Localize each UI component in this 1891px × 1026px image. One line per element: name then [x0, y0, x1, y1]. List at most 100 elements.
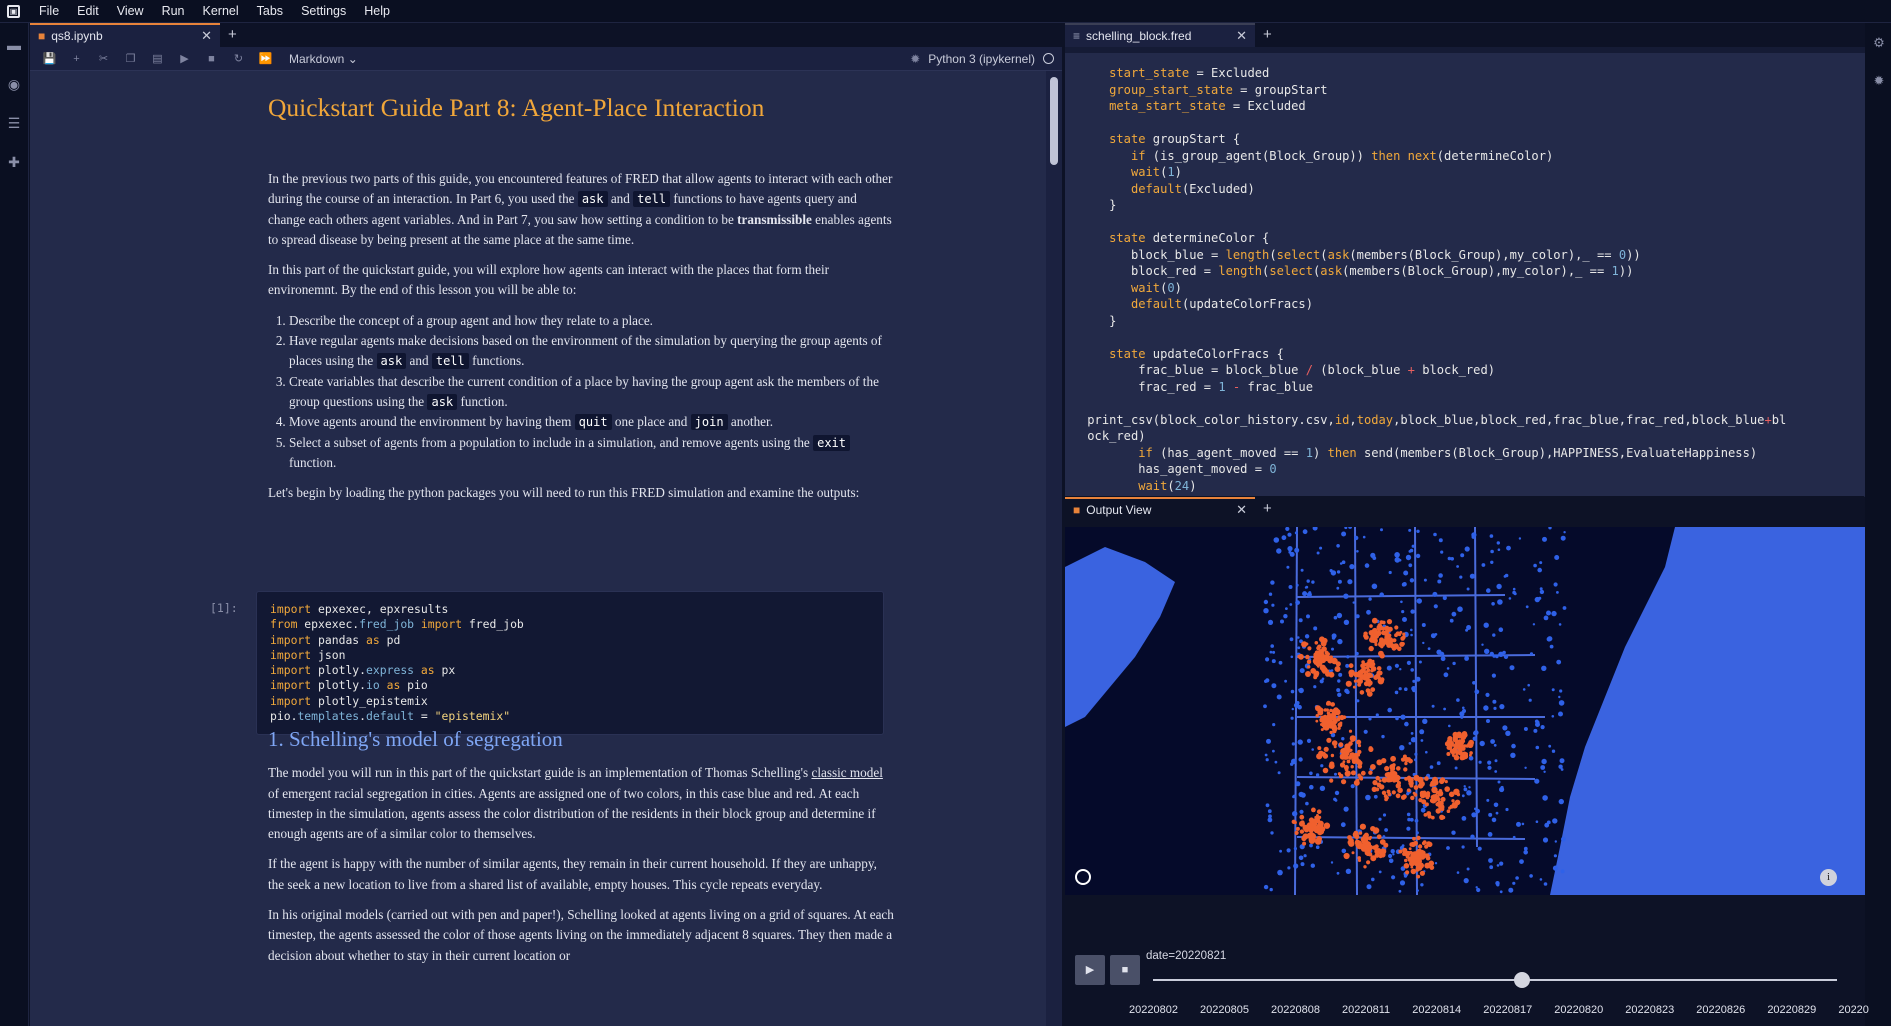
- close-tab-icon[interactable]: ✕: [1236, 502, 1247, 518]
- red-agent-dot: [1365, 661, 1372, 667]
- red-agent-dot: [1394, 625, 1399, 630]
- menu-kernel[interactable]: Kernel: [194, 4, 248, 18]
- notebook-panel: ■ qs8.ipynb ✕ + 💾 + ✂ ❐ ▤ ▶ ■ ↻ ⏩ Markdo…: [30, 23, 1062, 1026]
- save-icon[interactable]: 💾: [36, 52, 63, 65]
- stop-button[interactable]: ■: [1110, 955, 1140, 985]
- red-agent-dot: [1350, 765, 1354, 769]
- code-editor[interactable]: start_state = Excluded group_start_state…: [1065, 47, 1865, 496]
- blue-agent-dot: [1563, 531, 1566, 534]
- text: function.: [457, 393, 508, 409]
- red-agent-dot: [1402, 632, 1406, 636]
- blue-agent-dot: [1487, 832, 1493, 837]
- plotly-logo-icon[interactable]: [1075, 869, 1091, 885]
- kernel-status[interactable]: ✹ Python 3 (ipykernel): [910, 52, 1054, 66]
- play-button[interactable]: ▶: [1075, 955, 1105, 985]
- running-icon[interactable]: ◉: [6, 76, 22, 92]
- blue-agent-dot: [1552, 818, 1558, 824]
- insert-cell-icon[interactable]: +: [63, 53, 90, 65]
- menu-file[interactable]: File: [30, 4, 68, 18]
- segregation-map[interactable]: i: [1065, 527, 1865, 895]
- list-item: Select a subset of agents from a populat…: [289, 433, 896, 474]
- menu-help[interactable]: Help: [355, 4, 399, 18]
- paragraph-6: In his original models (carried out with…: [268, 907, 894, 963]
- text: Select a subset of agents from a populat…: [289, 434, 814, 450]
- blue-agent-dot: [1496, 583, 1502, 590]
- blue-agent-dot: [1473, 730, 1478, 736]
- notebook-content[interactable]: Quickstart Guide Part 8: Agent-Place Int…: [30, 71, 1046, 1026]
- code-ask: ask: [427, 393, 458, 410]
- red-agent-dot: [1295, 826, 1300, 831]
- close-tab-icon[interactable]: ✕: [1236, 28, 1247, 44]
- menu-run[interactable]: Run: [153, 4, 194, 18]
- blue-agent-dot: [1410, 732, 1414, 735]
- objectives-list: Describe the concept of a group agent an…: [268, 311, 896, 473]
- toc-icon[interactable]: ☰: [6, 115, 22, 131]
- blue-agent-dot: [1406, 660, 1411, 665]
- red-agent-dot: [1370, 669, 1374, 673]
- red-agent-dot: [1322, 637, 1328, 644]
- classic-model-link[interactable]: classic model: [811, 765, 882, 780]
- tab-schelling-block[interactable]: ≡ schelling_block.fred ✕: [1065, 23, 1255, 47]
- right-sidebar: ⚙ ✹: [1864, 23, 1891, 1026]
- menu-settings[interactable]: Settings: [292, 4, 355, 18]
- red-agent-dot: [1433, 795, 1437, 799]
- folder-icon[interactable]: ▬: [6, 37, 22, 53]
- menu-edit[interactable]: Edit: [68, 4, 108, 18]
- blue-agent-dot: [1263, 599, 1269, 605]
- blue-agent-dot: [1408, 550, 1412, 553]
- blue-agent-dot: [1298, 757, 1303, 762]
- red-agent-dot: [1446, 745, 1452, 750]
- restart-icon[interactable]: ↻: [225, 52, 252, 65]
- blue-agent-dot: [1499, 786, 1505, 793]
- scrollbar-thumb[interactable]: [1050, 77, 1058, 165]
- blue-agent-dot: [1539, 589, 1545, 595]
- blue-agent-dot: [1446, 667, 1450, 670]
- code-cell[interactable]: import epxexec, epxresults from epxexec.…: [256, 591, 884, 736]
- menu-view[interactable]: View: [108, 4, 153, 18]
- date-slider-handle[interactable]: [1514, 972, 1531, 988]
- close-tab-icon[interactable]: ✕: [201, 28, 212, 44]
- new-tab-button[interactable]: +: [1255, 23, 1280, 47]
- run-icon[interactable]: ▶: [171, 52, 198, 65]
- blue-agent-dot: [1422, 718, 1428, 724]
- red-agent-dot: [1441, 815, 1446, 820]
- stop-icon[interactable]: ■: [198, 53, 225, 65]
- blue-agent-dot: [1311, 748, 1314, 751]
- blue-agent-dot: [1551, 688, 1555, 692]
- extension-icon[interactable]: ✚: [6, 154, 22, 170]
- blue-agent-dot: [1414, 758, 1417, 762]
- jupyter-logo-icon: ▣: [7, 4, 20, 18]
- red-agent-dot: [1384, 797, 1388, 802]
- red-agent-dot: [1357, 856, 1361, 860]
- cell-type-select[interactable]: Markdown ⌄: [289, 52, 358, 66]
- paste-icon[interactable]: ▤: [144, 52, 171, 65]
- blue-agent-dot: [1341, 737, 1345, 741]
- blue-agent-dot: [1523, 727, 1528, 731]
- file-icon: ≡: [1073, 29, 1081, 43]
- notebook-scrollbar[interactable]: [1046, 71, 1062, 1026]
- red-agent-dot: [1302, 825, 1308, 830]
- new-tab-button[interactable]: +: [220, 23, 245, 47]
- text: Move agents around the environment by ha…: [289, 414, 575, 430]
- red-agent-dot: [1315, 714, 1319, 718]
- red-agent-dot: [1308, 817, 1315, 823]
- cell-type-value: Markdown: [289, 51, 345, 66]
- tick-label: 20220808: [1271, 1004, 1320, 1016]
- red-agent-dot: [1355, 843, 1360, 848]
- debugger-icon[interactable]: ✹: [1871, 73, 1887, 89]
- tab-output-view[interactable]: ■ Output View ✕: [1065, 497, 1255, 521]
- current-date-label: date=20220821: [1146, 950, 1227, 962]
- blue-agent-dot: [1352, 601, 1355, 604]
- blue-agent-dot: [1546, 610, 1551, 616]
- menu-tabs[interactable]: Tabs: [248, 4, 292, 18]
- new-tab-button[interactable]: +: [1255, 497, 1280, 521]
- info-icon[interactable]: i: [1820, 869, 1837, 886]
- date-slider-track[interactable]: [1153, 979, 1837, 981]
- copy-icon[interactable]: ❐: [117, 52, 144, 65]
- blue-agent-dot: [1436, 649, 1442, 655]
- tab-qs8-notebook[interactable]: ■ qs8.ipynb ✕: [30, 23, 220, 47]
- property-inspector-icon[interactable]: ⚙: [1871, 35, 1887, 51]
- fast-forward-icon[interactable]: ⏩: [252, 52, 279, 65]
- cut-icon[interactable]: ✂: [90, 52, 117, 65]
- fred-source-code[interactable]: start_state = Excluded group_start_state…: [1080, 65, 1786, 494]
